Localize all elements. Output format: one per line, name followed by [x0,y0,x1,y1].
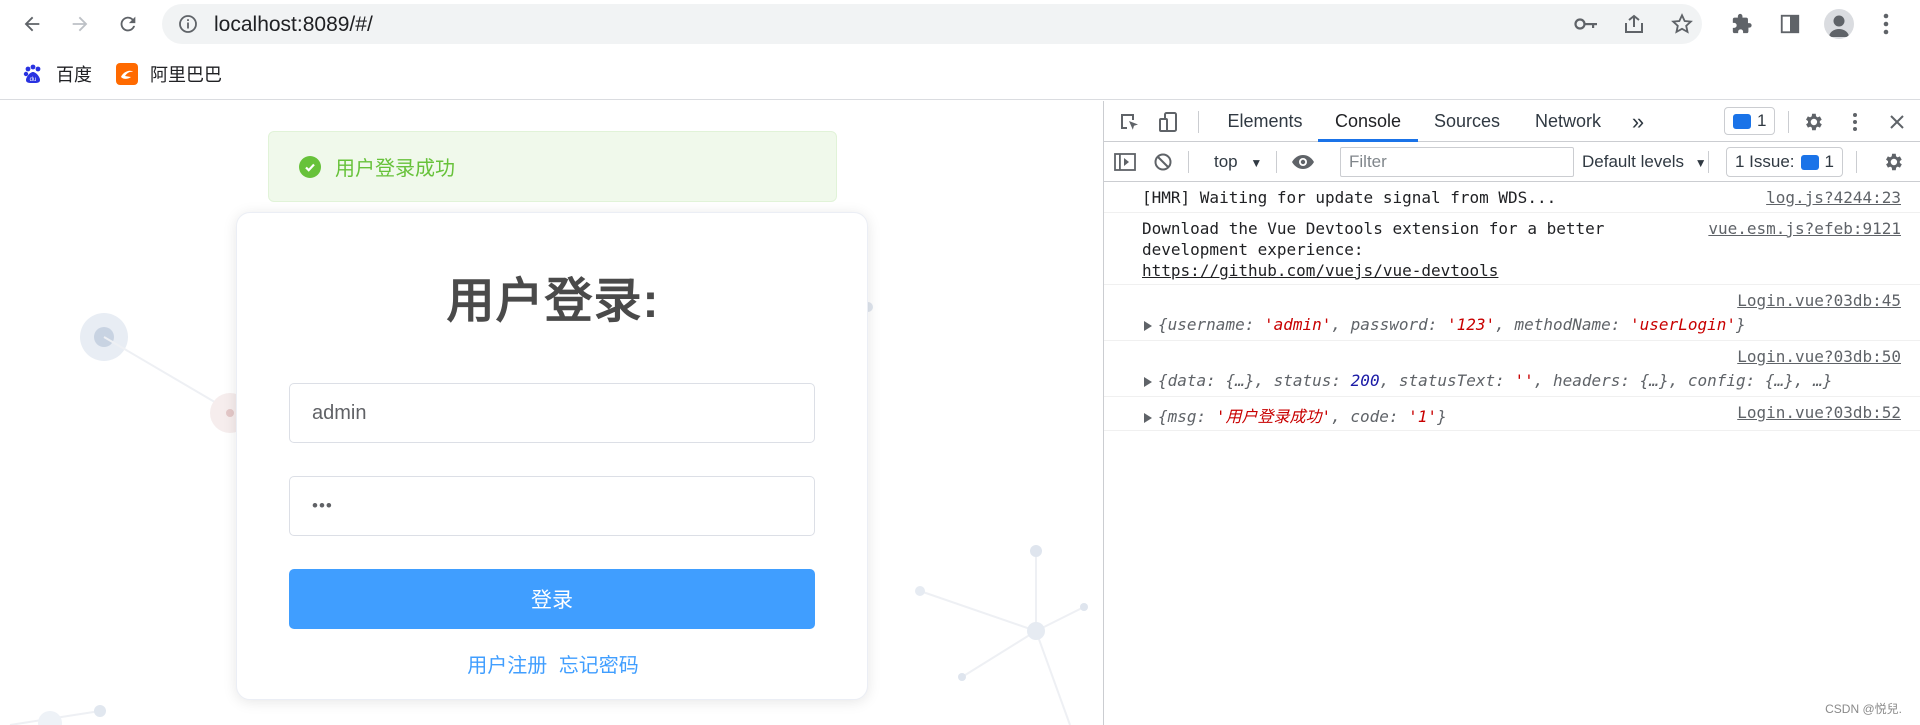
context-selector[interactable]: top ▼ [1214,152,1262,172]
auth-links: 用户注册 忘记密码 [237,649,869,678]
screen: localhost:8089/#/ du 百度 阿里巴巴 用户登录成功 用户登录… [0,0,1920,725]
baidu-icon: du [22,63,44,85]
devtools-tab-bar: Elements Console Sources Network » 1 [1104,101,1920,142]
separator [1276,151,1277,173]
log-levels-label: Default levels [1582,152,1685,171]
username-input[interactable] [290,384,814,442]
console-text: [HMR] Waiting for update signal from WDS… [1142,188,1557,207]
toast-message: 用户登录成功 [335,158,455,180]
close-devtools-icon[interactable] [1884,109,1910,135]
eye-icon[interactable] [1290,149,1316,175]
vue-devtools-link[interactable]: https://github.com/vuejs/vue-devtools [1142,261,1498,280]
source-link[interactable]: Login.vue?03db:45 [1737,291,1901,310]
expand-triangle-icon[interactable] [1144,412,1152,423]
separator [1198,111,1199,133]
side-panel-icon[interactable] [1776,10,1804,38]
messages-count: 1 [1757,111,1767,130]
svg-text:du: du [30,77,37,83]
password-input[interactable] [290,477,814,535]
source-link[interactable]: log.js?4244:23 [1766,188,1901,207]
source-link[interactable]: vue.esm.js?efeb:9121 [1708,219,1901,238]
settings-gear-icon[interactable] [1800,109,1826,135]
register-link[interactable]: 用户注册 [467,655,547,677]
issues-button[interactable]: 1 Issue: 1 [1726,147,1844,177]
bookmark-label: 阿里巴巴 [150,65,222,85]
browser-toolbar: localhost:8089/#/ [0,0,1920,48]
tab-elements[interactable]: Elements [1212,101,1318,142]
address-bar[interactable]: localhost:8089/#/ [162,4,1702,44]
issues-label: 1 Issue: [1735,152,1795,171]
tab-console[interactable]: Console [1318,101,1418,142]
devtools-panel: Elements Console Sources Network » 1 top… [1103,101,1920,725]
console-message: Download the Vue Devtools extension for … [1104,213,1920,285]
dropdown-arrow-icon: ▼ [1250,156,1263,170]
star-icon[interactable] [1670,13,1694,35]
log-levels-dropdown[interactable]: Default levels ▼ [1582,152,1707,172]
expand-triangle-icon[interactable] [1144,320,1152,331]
bookmark-alibaba[interactable]: 阿里巴巴 [116,62,222,86]
watermark: CSDN @悦兒. [1825,702,1902,716]
issues-count: 1 [1824,152,1835,171]
tab-network[interactable]: Network [1516,101,1620,142]
console-message: Login.vue?03db:52 {msg: '用户登录成功', code: … [1104,397,1920,431]
more-tabs-icon[interactable]: » [1620,101,1656,142]
username-field[interactable] [289,383,815,443]
devtools-menu-icon[interactable] [1842,109,1868,135]
messages-badge[interactable]: 1 [1724,107,1776,135]
bookmark-baidu[interactable]: du 百度 [22,62,92,86]
bookmark-label: 百度 [56,65,92,85]
object-preview[interactable]: {data: {…}, status: 200, statusText: '',… [1144,371,1832,390]
device-toolbar-icon[interactable] [1156,109,1182,135]
reload-icon[interactable] [114,10,142,38]
object-preview[interactable]: {msg: '用户登录成功', code: '1'} [1144,403,1447,427]
login-card: 用户登录: 登录 用户注册 忘记密码 [236,212,868,700]
console-text: Download the Vue Devtools extension for … [1142,219,1605,238]
console-message: Login.vue?03db:45 {username: 'admin', pa… [1104,285,1920,341]
clear-console-icon[interactable] [1150,149,1176,175]
profile-avatar-icon[interactable] [1824,9,1854,39]
login-button[interactable]: 登录 [289,569,815,629]
more-menu-icon[interactable] [1872,10,1900,38]
console-settings-gear-icon[interactable] [1880,149,1906,175]
separator [1708,151,1709,173]
login-title: 用户登录: [446,275,660,328]
source-link[interactable]: Login.vue?03db:52 [1737,403,1901,422]
tab-sources[interactable]: Sources [1418,101,1516,142]
console-filter-bar: top ▼ Filter Default levels ▼ 1 Issue: 1 [1104,142,1920,182]
forgot-password-link[interactable]: 忘记密码 [559,655,639,677]
url-text[interactable]: localhost:8089/#/ [214,13,373,37]
message-bubble-icon [1733,113,1751,129]
bookmarks-bar: du 百度 阿里巴巴 [0,48,1920,100]
success-toast: 用户登录成功 [268,131,837,202]
separator [1856,151,1857,173]
console-text: development experience: [1142,240,1364,259]
source-link[interactable]: Login.vue?03db:50 [1737,347,1901,366]
dropdown-arrow-icon: ▼ [1694,156,1707,170]
console-message: [HMR] Waiting for update signal from WDS… [1104,183,1920,213]
web-page: 用户登录成功 用户登录: 登录 用户注册 忘记密码 [0,101,1103,725]
console-output: [HMR] Waiting for update signal from WDS… [1104,183,1920,431]
password-field[interactable] [289,476,815,536]
separator [1188,151,1189,173]
console-filter-input[interactable]: Filter [1340,147,1574,177]
sidebar-toggle-icon[interactable] [1112,149,1138,175]
object-preview[interactable]: {username: 'admin', password: '123', met… [1144,315,1746,334]
expand-triangle-icon[interactable] [1144,376,1152,387]
context-label: top [1214,152,1238,171]
forward-icon[interactable] [66,10,94,38]
success-check-icon [299,155,321,178]
separator [1788,111,1789,133]
inspect-element-icon[interactable] [1116,109,1142,135]
message-bubble-icon [1800,154,1819,170]
extensions-icon[interactable] [1728,10,1756,38]
console-message: Login.vue?03db:50 {data: {…}, status: 20… [1104,341,1920,397]
share-icon[interactable] [1622,13,1646,35]
back-icon[interactable] [18,10,46,38]
info-icon[interactable] [178,14,198,39]
key-icon[interactable] [1574,13,1598,35]
alibaba-icon [116,63,138,85]
